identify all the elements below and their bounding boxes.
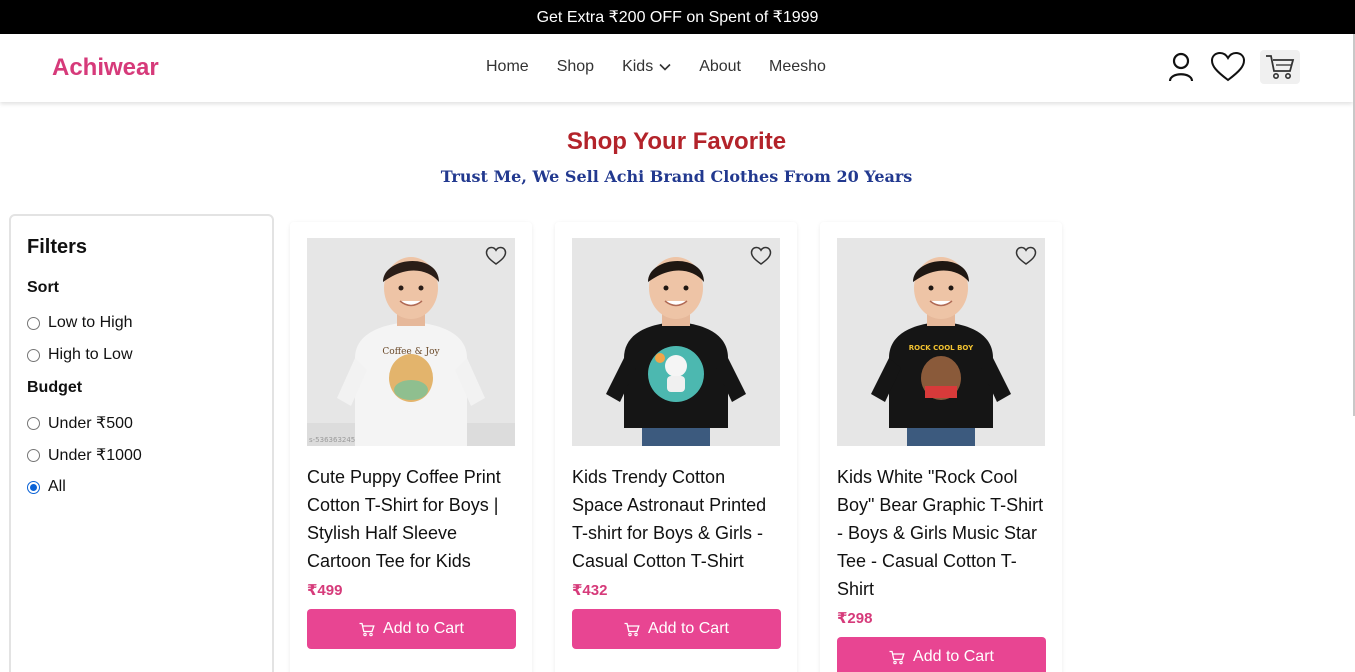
product-price: ₹499 — [307, 582, 343, 599]
image-watermark: s-536363245 — [309, 436, 355, 444]
wishlist-heart-icon[interactable] — [1015, 246, 1039, 268]
add-to-cart-button[interactable]: Add to Cart — [572, 609, 781, 649]
cart-icon — [359, 622, 375, 637]
add-to-cart-button[interactable]: Add to Cart — [307, 609, 516, 649]
product-title[interactable]: Kids White "Rock Cool Boy" Bear Graphic … — [837, 463, 1045, 603]
budget-option-label: Under ₹1000 — [48, 447, 142, 464]
budget-option-label: Under ₹500 — [48, 415, 133, 432]
sort-high-to-low[interactable]: High to Low — [27, 339, 256, 371]
brand-logo[interactable]: Achiwear — [52, 54, 159, 82]
cart-icon — [889, 650, 905, 665]
nav-about[interactable]: About — [699, 58, 741, 76]
wishlist-heart-icon[interactable] — [485, 246, 509, 268]
cart-icon[interactable] — [1260, 50, 1300, 84]
nav-home-label: Home — [486, 58, 529, 75]
tshirt-print-text: ROCK COOL BOY — [909, 344, 974, 352]
promo-text: Get Extra ₹200 OFF on Spent of ₹1999 — [536, 9, 819, 26]
promo-banner: Get Extra ₹200 OFF on Spent of ₹1999 — [0, 0, 1355, 34]
sort-option-label: Low to High — [48, 314, 133, 331]
product-card[interactable]: Coffee & Joy s-536363245 Cute Puppy Coff… — [290, 222, 532, 672]
product-grid: Coffee & Joy s-536363245 Cute Puppy Coff… — [290, 222, 1085, 672]
product-image[interactable] — [572, 238, 780, 446]
nav-meesho[interactable]: Meesho — [769, 58, 826, 76]
product-card[interactable]: ROCK COOL BOY Kids White "Rock Cool Boy"… — [820, 222, 1062, 672]
add-to-cart-button[interactable]: Add to Cart — [837, 637, 1046, 672]
product-title[interactable]: Kids Trendy Cotton Space Astronaut Print… — [572, 463, 780, 575]
product-card[interactable]: Kids Trendy Cotton Space Astronaut Print… — [555, 222, 797, 672]
add-to-cart-label: Add to Cart — [913, 648, 994, 665]
product-photo — [572, 238, 780, 446]
radio-button-selected[interactable] — [27, 480, 40, 494]
user-icon[interactable] — [1166, 50, 1196, 84]
product-price: ₹432 — [572, 582, 608, 599]
wishlist-heart-icon[interactable] — [1210, 50, 1246, 84]
site-header: Achiwear Home Shop Kids About Meesho — [0, 34, 1353, 102]
budget-all[interactable]: All — [27, 471, 256, 503]
budget-under-1000[interactable]: Under ₹1000 — [27, 439, 256, 471]
main-nav: Home Shop Kids About Meesho — [486, 58, 826, 76]
sort-low-to-high[interactable]: Low to High — [27, 307, 256, 339]
nav-about-label: About — [699, 58, 741, 75]
sort-title: Sort — [27, 279, 59, 296]
product-photo: ROCK COOL BOY — [837, 238, 1045, 446]
product-photo: Coffee & Joy s-536363245 — [307, 238, 515, 446]
budget-option-label: All — [48, 478, 66, 495]
cart-icon — [624, 622, 640, 637]
hero-title: Shop Your Favorite — [566, 128, 787, 155]
product-title[interactable]: Cute Puppy Coffee Print Cotton T-Shirt f… — [307, 463, 515, 575]
filters-panel: Filters Sort Low to High High to Low Bud… — [9, 214, 274, 672]
tshirt-print-text: Coffee & Joy — [382, 347, 440, 357]
filters-title: Filters — [27, 236, 88, 258]
header-actions — [1166, 50, 1300, 84]
budget-under-500[interactable]: Under ₹500 — [27, 407, 256, 439]
chevron-down-icon — [659, 58, 671, 76]
product-price: ₹298 — [837, 610, 873, 627]
nav-shop-label: Shop — [556, 58, 595, 75]
nav-kids-label: Kids — [622, 58, 654, 75]
sort-option-label: High to Low — [48, 346, 133, 363]
product-image[interactable]: Coffee & Joy s-536363245 — [307, 238, 515, 446]
add-to-cart-label: Add to Cart — [383, 620, 464, 637]
nav-meesho-label: Meesho — [769, 58, 826, 75]
radio-button[interactable] — [27, 448, 40, 462]
add-to-cart-label: Add to Cart — [648, 620, 729, 637]
radio-button[interactable] — [27, 348, 40, 362]
nav-shop[interactable]: Shop — [557, 58, 594, 76]
nav-home[interactable]: Home — [486, 58, 529, 76]
hero-subtitle: Trust Me, We Sell Achi Brand Clothes Fro… — [440, 167, 913, 186]
product-image[interactable]: ROCK COOL BOY — [837, 238, 1045, 446]
wishlist-heart-icon[interactable] — [750, 246, 774, 268]
radio-button[interactable] — [27, 316, 40, 330]
radio-button[interactable] — [27, 416, 40, 430]
nav-kids-dropdown[interactable]: Kids — [622, 58, 671, 76]
budget-title: Budget — [27, 379, 83, 396]
